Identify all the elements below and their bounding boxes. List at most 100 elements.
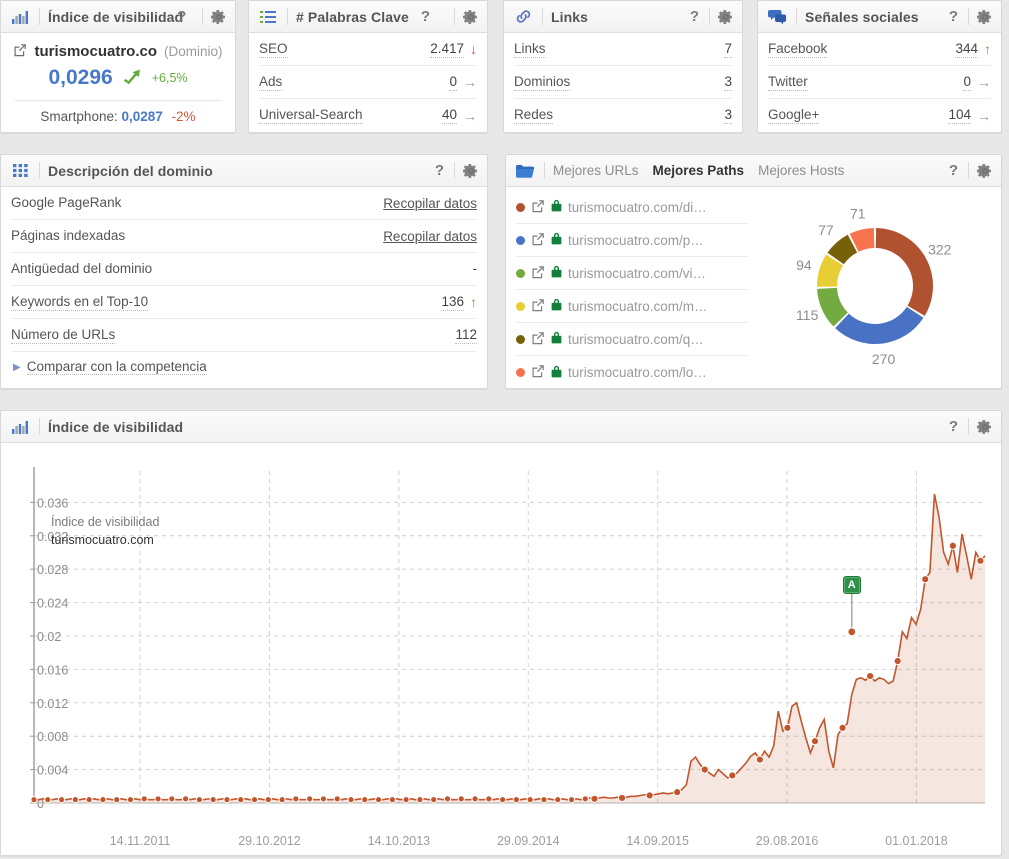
data-point[interactable] (499, 796, 507, 804)
row-label[interactable]: Facebook (768, 41, 828, 58)
row-label[interactable]: Universal-Search (259, 107, 363, 124)
data-point[interactable] (554, 796, 562, 804)
data-point[interactable] (443, 795, 452, 803)
row-value[interactable]: 344 (955, 41, 978, 58)
external-link-icon[interactable] (13, 43, 27, 60)
data-point[interactable] (113, 796, 121, 804)
data-point[interactable] (673, 788, 682, 797)
data-point[interactable] (402, 796, 410, 804)
data-point[interactable] (209, 796, 217, 804)
collect-data-link[interactable]: Recopilar datos (383, 229, 477, 244)
help-icon[interactable]: ? (947, 162, 960, 179)
data-point[interactable] (140, 795, 148, 803)
path-url[interactable]: turismocuatro.com/p… (568, 233, 704, 248)
data-point[interactable] (292, 795, 300, 803)
data-point[interactable] (388, 796, 396, 804)
data-point[interactable] (278, 796, 286, 804)
domain-name[interactable]: turismocuatro.co (34, 43, 157, 60)
help-icon[interactable]: ? (947, 8, 960, 25)
data-point[interactable] (838, 723, 847, 732)
help-icon[interactable]: ? (433, 162, 446, 179)
annotation-marker-a[interactable]: A (842, 575, 861, 594)
data-point[interactable] (333, 795, 341, 803)
data-point[interactable] (44, 796, 52, 804)
row-label[interactable]: Keywords en el Top-10 (11, 294, 149, 311)
gear-icon[interactable] (463, 9, 479, 25)
data-point[interactable] (921, 575, 930, 584)
data-point[interactable] (948, 541, 957, 550)
data-point[interactable] (237, 796, 245, 804)
help-icon[interactable]: ? (175, 8, 188, 25)
data-point[interactable] (512, 796, 520, 804)
row-value[interactable]: 2.417 (430, 41, 464, 58)
data-point[interactable] (195, 796, 203, 804)
data-point[interactable] (810, 737, 820, 746)
data-point[interactable] (374, 796, 383, 804)
help-icon[interactable]: ? (419, 8, 432, 25)
donut-slice[interactable] (875, 228, 933, 316)
path-url[interactable]: turismocuatro.com/q… (568, 332, 704, 347)
external-link-icon[interactable] (531, 364, 545, 381)
list-item[interactable]: turismocuatro.com/vi… (516, 257, 748, 290)
gear-icon[interactable] (977, 163, 993, 179)
row-label[interactable]: Dominios (514, 74, 571, 91)
path-url[interactable]: turismocuatro.com/di… (568, 200, 707, 215)
external-link-icon[interactable] (531, 199, 545, 216)
data-point[interactable] (168, 795, 176, 803)
data-point[interactable] (71, 796, 79, 804)
data-point[interactable] (154, 795, 162, 803)
data-point[interactable] (976, 556, 985, 565)
row-label[interactable]: SEO (259, 41, 288, 58)
data-point[interactable] (755, 755, 764, 764)
data-point[interactable] (485, 795, 493, 803)
row-value[interactable]: 7 (724, 41, 732, 58)
data-point[interactable] (590, 794, 599, 803)
data-point[interactable] (361, 796, 369, 804)
gear-icon[interactable] (977, 419, 993, 435)
data-point[interactable] (645, 791, 654, 800)
donut-slice[interactable] (835, 306, 924, 344)
row-label[interactable]: Redes (514, 107, 554, 124)
data-point[interactable] (347, 796, 355, 804)
row-value[interactable]: 104 (948, 107, 971, 124)
list-item[interactable]: turismocuatro.com/m… (516, 290, 748, 323)
data-point[interactable] (471, 795, 479, 803)
data-point[interactable] (617, 793, 627, 803)
row-label[interactable]: Links (514, 41, 546, 58)
data-point[interactable] (457, 795, 465, 803)
external-link-icon[interactable] (531, 331, 545, 348)
path-url[interactable]: turismocuatro.com/vi… (568, 266, 706, 281)
row-label[interactable]: Google+ (768, 107, 820, 124)
row-label[interactable]: Ads (259, 74, 283, 91)
row-value[interactable]: 0 (963, 74, 971, 91)
data-point[interactable] (126, 796, 135, 804)
data-point[interactable] (319, 795, 328, 803)
gear-icon[interactable] (463, 163, 479, 179)
compare-competition-row[interactable]: ▶ Comparar con la competencia (11, 352, 477, 382)
tab-mejores-hosts[interactable]: Mejores Hosts (758, 163, 844, 178)
row-value[interactable]: 136 (441, 294, 464, 311)
data-point[interactable] (581, 795, 589, 803)
data-point[interactable] (728, 771, 737, 780)
data-point[interactable] (306, 795, 314, 803)
data-point[interactable] (250, 796, 259, 804)
data-point[interactable] (700, 765, 709, 774)
list-item[interactable]: turismocuatro.com/p… (516, 224, 748, 257)
path-url[interactable]: turismocuatro.com/m… (568, 299, 708, 314)
data-point[interactable] (85, 796, 93, 804)
data-point[interactable] (416, 796, 424, 804)
data-point[interactable] (430, 796, 438, 804)
data-point[interactable] (30, 796, 38, 804)
annotation-point[interactable] (847, 627, 857, 637)
gear-icon[interactable] (977, 9, 993, 25)
data-point[interactable] (264, 796, 272, 804)
data-point[interactable] (223, 796, 231, 804)
external-link-icon[interactable] (531, 298, 545, 315)
row-value[interactable]: 112 (455, 327, 477, 344)
collect-data-link[interactable]: Recopilar datos (383, 196, 477, 211)
data-point[interactable] (540, 796, 548, 804)
tab-mejores-urls[interactable]: Mejores URLs (553, 163, 639, 178)
data-point[interactable] (526, 796, 534, 804)
visibility-area-chart[interactable]: 00.0040.0080.0120.0160.020.0240.0280.032… (1, 443, 1001, 855)
external-link-icon[interactable] (531, 232, 545, 249)
